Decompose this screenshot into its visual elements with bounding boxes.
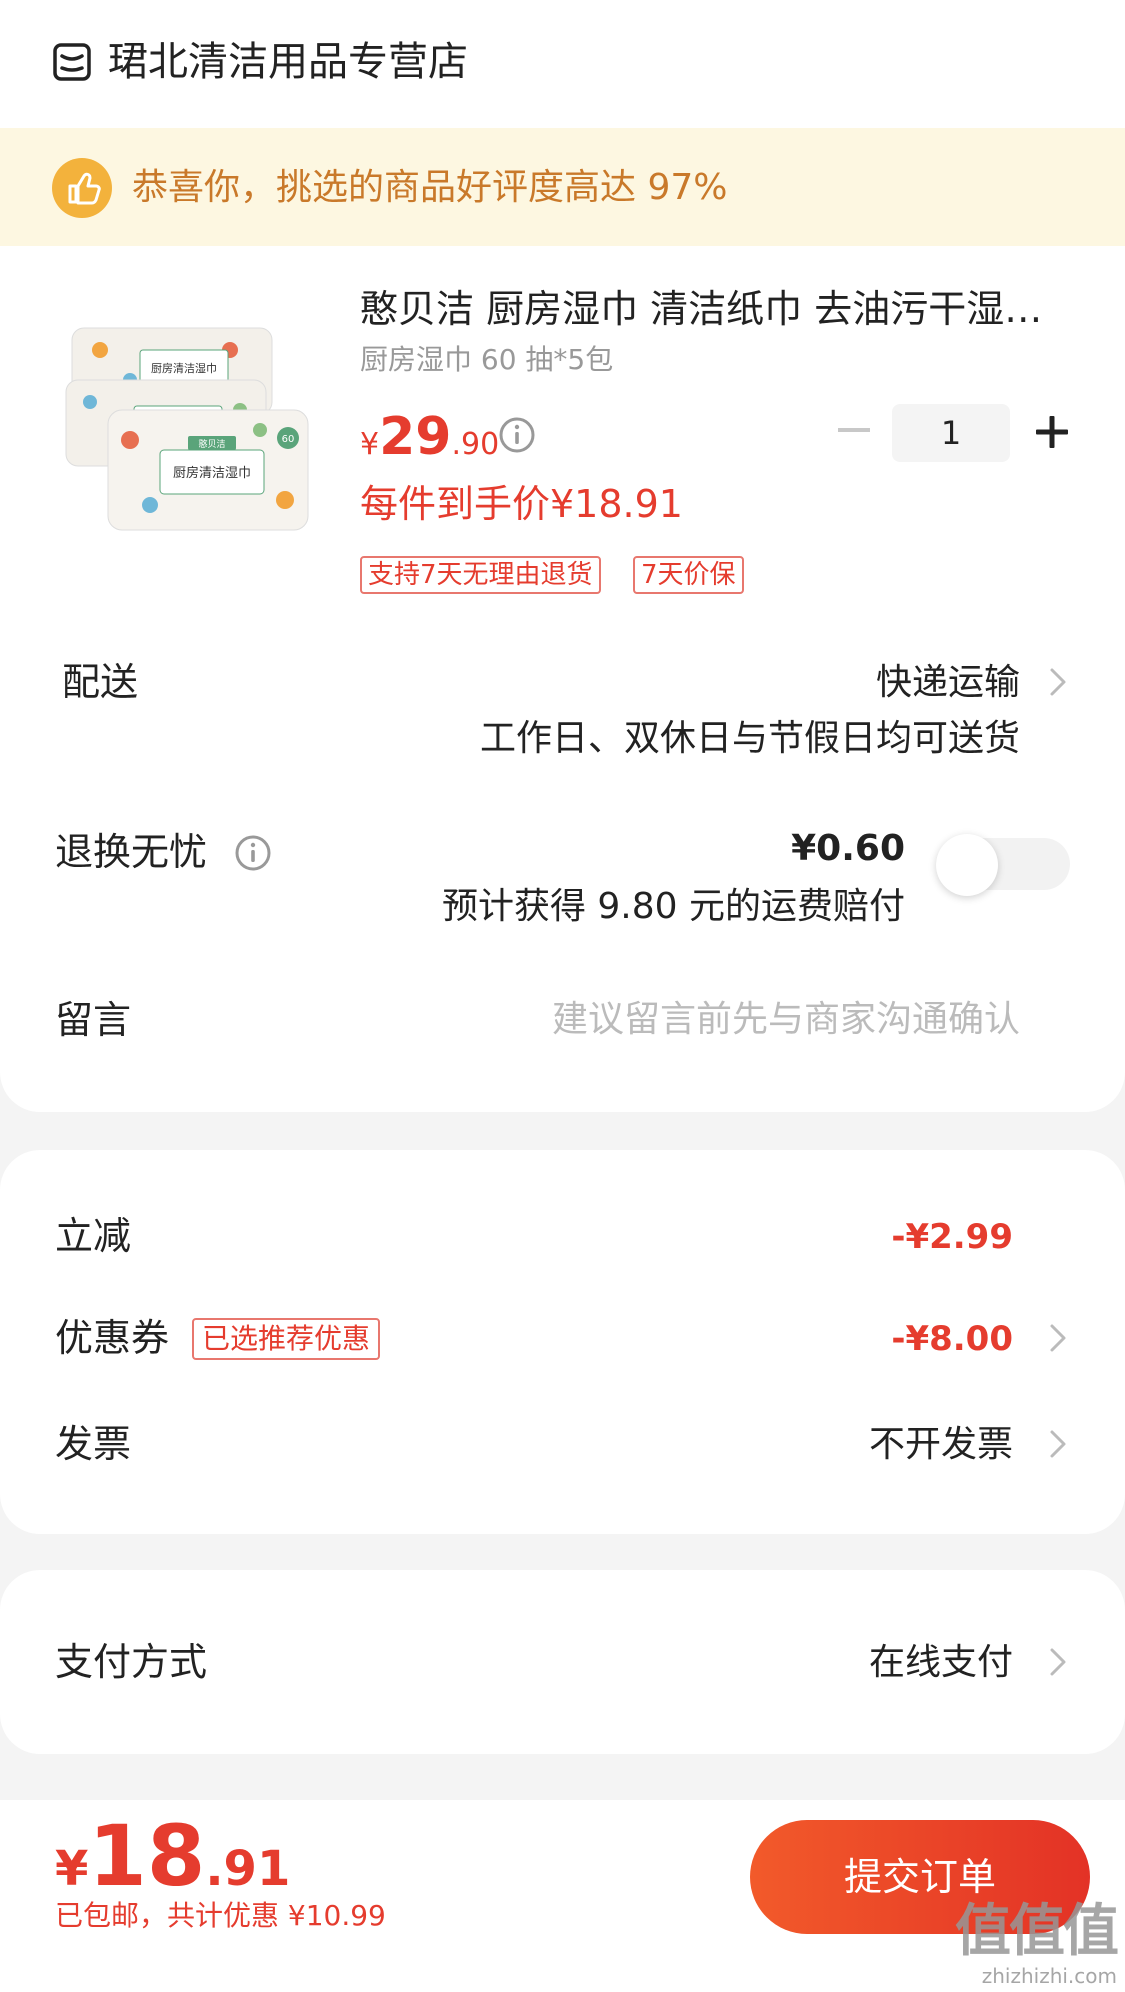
coupon-value[interactable]: -¥8.00 bbox=[891, 1314, 1013, 1364]
return-insurance-note: 预计获得 9.80 元的运费赔付 bbox=[441, 886, 905, 927]
invoice-chevron-right-icon[interactable] bbox=[1048, 1428, 1068, 1460]
payment-method-label: 支付方式 bbox=[55, 1640, 208, 1684]
message-label: 留言 bbox=[55, 998, 132, 1042]
coupon-chevron-right-icon[interactable] bbox=[1048, 1322, 1068, 1354]
shipping-label: 配送 bbox=[62, 660, 139, 704]
watermark: 值值值 zhizhizhi.com bbox=[955, 1899, 1119, 1989]
store-icon bbox=[53, 43, 91, 81]
price-info-icon[interactable] bbox=[498, 416, 536, 454]
svg-text:厨房清洁湿巾: 厨房清洁湿巾 bbox=[173, 465, 251, 481]
shipping-method[interactable]: 快递运输 bbox=[876, 658, 1020, 708]
shipping-note: 工作日、双休日与节假日均可送货 bbox=[479, 718, 1020, 759]
product-image[interactable]: 厨房清洁湿巾 厨房清洁湿巾 60 憨贝洁 厨房清洁湿巾 bbox=[60, 310, 312, 538]
rating-banner-text: 恭喜你，挑选的商品好评度高达 97% bbox=[132, 167, 728, 208]
coupon-label: 优惠券 bbox=[55, 1316, 170, 1360]
payment-chevron-right-icon[interactable] bbox=[1048, 1646, 1068, 1678]
invoice-label: 发票 bbox=[55, 1422, 132, 1466]
thumbs-up-icon bbox=[52, 158, 112, 218]
quantity-minus-button[interactable] bbox=[838, 428, 870, 432]
each-item-price: 每件到手价¥18.91 bbox=[360, 482, 683, 526]
product-sku[interactable]: 厨房湿巾 60 抽*5包 bbox=[360, 340, 613, 380]
product-price: ¥29.90 bbox=[360, 407, 500, 467]
product-title[interactable]: 憨贝洁 厨房湿巾 清洁纸巾 去油污干湿两用 bbox=[360, 284, 1070, 334]
return-info-icon[interactable] bbox=[234, 834, 272, 872]
quantity-input[interactable]: 1 bbox=[892, 404, 1010, 462]
svg-text:憨贝洁: 憨贝洁 bbox=[198, 438, 225, 450]
invoice-value[interactable]: 不开发票 bbox=[869, 1420, 1013, 1470]
return-insurance-label: 退换无忧 bbox=[55, 830, 208, 874]
service-tag-return: 支持7天无理由退货 bbox=[360, 556, 601, 594]
quantity-plus-button[interactable] bbox=[1032, 412, 1072, 452]
instant-discount-label: 立减 bbox=[55, 1214, 132, 1258]
toggle-knob[interactable] bbox=[936, 834, 998, 896]
service-tag-price-protect: 7天价保 bbox=[633, 556, 744, 594]
message-input[interactable] bbox=[460, 994, 1020, 1046]
svg-text:厨房清洁湿巾: 厨房清洁湿巾 bbox=[151, 361, 217, 375]
store-name[interactable]: 珺北清洁用品专营店 bbox=[108, 36, 468, 88]
instant-discount-value: -¥2.99 bbox=[891, 1217, 1013, 1257]
shipping-chevron-right-icon[interactable] bbox=[1048, 666, 1068, 698]
total-savings-note: 已包邮，共计优惠 ¥10.99 bbox=[55, 1899, 386, 1932]
coupon-selected-tag: 已选推荐优惠 bbox=[192, 1318, 381, 1360]
payment-method-value[interactable]: 在线支付 bbox=[869, 1638, 1013, 1688]
return-insurance-price: ¥0.60 bbox=[791, 828, 905, 869]
svg-text:60: 60 bbox=[282, 434, 295, 445]
